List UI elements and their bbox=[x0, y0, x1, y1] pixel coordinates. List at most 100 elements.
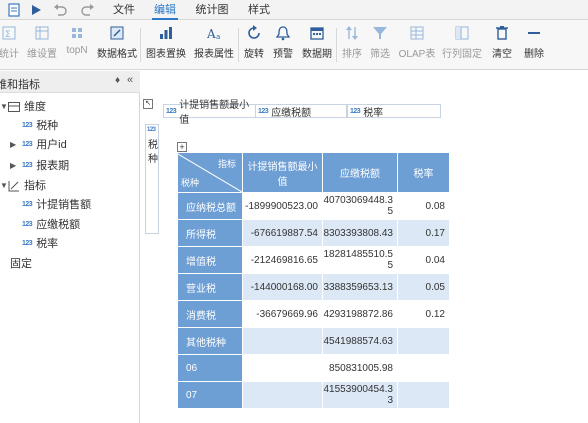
clear-icon bbox=[493, 24, 511, 42]
column-field-label: 应缴税额 bbox=[271, 107, 312, 119]
tree-item-tax-rate[interactable]: 123 税率 bbox=[22, 235, 58, 253]
table-cell[interactable]: 0.12 bbox=[397, 300, 450, 328]
svg-text:Σ: Σ bbox=[5, 30, 11, 40]
collapsed-arrow-icon[interactable]: ▶ bbox=[10, 157, 18, 175]
tree-item-tax-type[interactable]: 123 税种 bbox=[22, 117, 58, 135]
column-field-tax-payable[interactable]: 123 应缴税额 bbox=[255, 104, 347, 119]
table-cell[interactable]: 0.08 bbox=[397, 192, 450, 220]
column-header[interactable]: 税率 bbox=[397, 152, 450, 193]
expand-arrow-icon[interactable]: ▼ bbox=[0, 177, 8, 195]
tab-edit[interactable]: 编辑 bbox=[152, 0, 178, 20]
row-header[interactable]: 营业税 bbox=[177, 273, 243, 301]
dimension-metric-panel: 维和指标 ♦ « ▼ 维度 123 税种 ▶ 123 用户id ▶ 123 报表… bbox=[0, 71, 140, 423]
redo-icon[interactable] bbox=[80, 2, 96, 18]
delete-button[interactable]: 删除 bbox=[522, 24, 546, 66]
filter-button[interactable]: 筛选 bbox=[368, 24, 392, 66]
column-field-tax-rate[interactable]: 123 税率 bbox=[347, 104, 441, 119]
tree-label: 税率 bbox=[36, 238, 59, 250]
select-all-corner-icon[interactable]: ↖ bbox=[143, 99, 153, 109]
row-header[interactable]: 其他税种 bbox=[177, 327, 243, 355]
tree-label: 指标 bbox=[24, 180, 46, 192]
collapsed-arrow-icon[interactable]: ▶ bbox=[10, 136, 18, 154]
tree-item-report-period[interactable]: ▶ 123 报表期 bbox=[10, 157, 69, 175]
undo-icon[interactable] bbox=[52, 2, 68, 18]
tab-style[interactable]: 样式 bbox=[246, 0, 272, 20]
row-header[interactable]: 07 bbox=[177, 381, 243, 409]
chart-swap-button[interactable]: 图表置换 bbox=[146, 24, 186, 66]
tab-chart[interactable]: 统计图 bbox=[194, 0, 230, 20]
ribbon-separator bbox=[140, 28, 141, 62]
numeric-field-icon: 123 bbox=[350, 107, 361, 115]
table-cell[interactable]: 0.04 bbox=[397, 246, 450, 274]
table-cell[interactable]: -676619887.54 bbox=[242, 219, 323, 247]
tree-group-metrics[interactable]: ▼ 指标 bbox=[0, 177, 46, 195]
table-cell[interactable]: -1899900523.00 bbox=[242, 192, 323, 220]
table-cell[interactable]: 0.05 bbox=[397, 273, 450, 301]
table-cell[interactable] bbox=[397, 354, 450, 382]
table-cell[interactable]: -36679669.96 bbox=[242, 300, 323, 328]
numeric-field-icon: 123 bbox=[22, 141, 33, 148]
rotate-button[interactable]: 旋转 bbox=[242, 24, 266, 66]
table-cell[interactable] bbox=[397, 381, 450, 409]
table-row: 应纳税总额 -1899900523.00 40703069448.35 0.08 bbox=[177, 192, 450, 220]
report-properties-button[interactable]: Aa 报表属性 bbox=[194, 24, 234, 66]
tree-item-sales-amount[interactable]: 123 计提销售额 bbox=[22, 196, 91, 214]
column-header[interactable]: 应缴税额 bbox=[322, 152, 398, 193]
table-cell[interactable] bbox=[242, 381, 323, 409]
report-properties-icon: Aa bbox=[205, 24, 223, 42]
table-header-row: 指标 税种 计提销售额最小值 应缴税额 税率 bbox=[177, 152, 450, 193]
collapse-panel-icon[interactable]: « bbox=[127, 74, 133, 86]
data-format-button[interactable]: 数据格式 bbox=[97, 24, 137, 66]
tab-file[interactable]: 文件 bbox=[111, 0, 137, 20]
expand-plus-icon[interactable]: + bbox=[177, 142, 187, 152]
table-cell[interactable]: 0.17 bbox=[397, 219, 450, 247]
row-header[interactable]: 消费税 bbox=[177, 300, 243, 328]
table-cell[interactable] bbox=[242, 327, 323, 355]
document-icon[interactable] bbox=[6, 2, 22, 18]
table-cell[interactable]: -144000168.00 bbox=[242, 273, 323, 301]
table-cell[interactable]: 4541988574.63 bbox=[322, 327, 398, 355]
table-cell[interactable]: 18281485510.55 bbox=[322, 246, 398, 274]
panel-header: 维和指标 ♦ « bbox=[0, 71, 140, 93]
dimension-settings-button[interactable]: 维设置 bbox=[24, 24, 60, 66]
dimension-settings-icon bbox=[33, 24, 51, 42]
clear-button[interactable]: 清空 bbox=[490, 24, 514, 66]
row-field-zone[interactable]: 123 税种 bbox=[145, 124, 159, 234]
table-cell[interactable]: 3388359653.13 bbox=[322, 273, 398, 301]
tree-label: 应缴税额 bbox=[36, 219, 81, 231]
table-cell[interactable]: 4293198872.86 bbox=[322, 300, 398, 328]
alert-icon bbox=[274, 24, 292, 42]
row-header[interactable]: 06 bbox=[177, 354, 243, 382]
sort-button[interactable]: 排序 bbox=[340, 24, 364, 66]
column-field-min-sales[interactable]: 123 计提销售额最小值 bbox=[163, 100, 257, 126]
table-cell[interactable]: -212469816.65 bbox=[242, 246, 323, 274]
table-cell[interactable] bbox=[242, 354, 323, 382]
tree-group-dimensions[interactable]: ▼ 维度 bbox=[0, 98, 46, 116]
stats-button[interactable]: Σ 统计 bbox=[0, 24, 22, 66]
row-header[interactable]: 所得税 bbox=[177, 219, 243, 247]
row-header[interactable]: 应纳税总额 bbox=[177, 192, 243, 220]
row-header[interactable]: 增值税 bbox=[177, 246, 243, 274]
dimension-group-icon bbox=[8, 102, 20, 112]
table-cell[interactable]: 8303393808.43 bbox=[322, 219, 398, 247]
olap-table-button[interactable]: OLAP表 bbox=[398, 24, 436, 66]
column-header[interactable]: 计提销售额最小值 bbox=[242, 152, 323, 193]
tree-item-fixed[interactable]: 固定 bbox=[10, 255, 32, 273]
pin-icon[interactable]: ♦ bbox=[115, 75, 120, 86]
table-cell[interactable]: 850831005.98 bbox=[322, 354, 398, 382]
table-corner-cell[interactable]: 指标 税种 bbox=[177, 152, 243, 193]
tree-item-user-id[interactable]: ▶ 123 用户id bbox=[10, 136, 67, 154]
expand-arrow-icon[interactable]: ▼ bbox=[0, 98, 8, 116]
table-cell[interactable] bbox=[397, 327, 450, 355]
topn-button[interactable]: topN bbox=[64, 24, 90, 66]
alert-button[interactable]: 预警 bbox=[271, 24, 295, 66]
data-period-button[interactable]: 数据期 bbox=[300, 24, 334, 66]
title-bar: 文件 编辑 统计图 样式 bbox=[0, 0, 588, 20]
freeze-button[interactable]: 行列固定 bbox=[442, 24, 482, 66]
play-icon[interactable] bbox=[28, 2, 44, 18]
table-cell[interactable]: 40703069448.35 bbox=[322, 192, 398, 220]
numeric-field-icon: 123 bbox=[22, 240, 33, 247]
tree-item-tax-payable[interactable]: 123 应缴税额 bbox=[22, 216, 80, 234]
tree-label: 固定 bbox=[10, 258, 32, 270]
table-cell[interactable]: 41553900454.33 bbox=[322, 381, 398, 409]
